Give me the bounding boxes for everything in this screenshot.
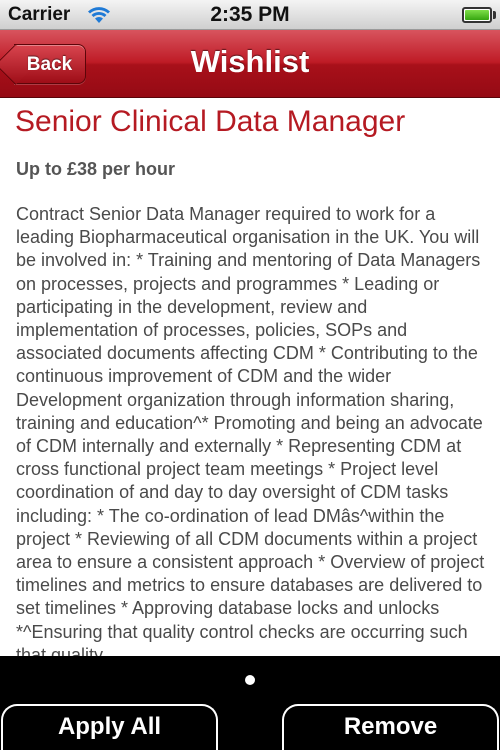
battery-nub: [493, 11, 496, 19]
battery-level: [465, 10, 489, 20]
page-indicator-dot[interactable]: [245, 675, 255, 685]
job-rate: Up to £38 per hour: [16, 159, 176, 179]
page-title: Wishlist: [190, 44, 310, 79]
remove-button[interactable]: Remove: [282, 704, 499, 750]
job-detail-content[interactable]: Senior Clinical Data Manager Up to £38 p…: [0, 99, 500, 656]
screen: Carrier 2:35 PM Back Wishlist Senior Cli…: [0, 0, 500, 750]
job-description: Contract Senior Data Manager required to…: [16, 204, 485, 656]
job-title: Senior Clinical Data Manager: [15, 105, 406, 138]
status-time: 2:35 PM: [210, 3, 290, 26]
bottom-toolbar: Apply All Remove: [0, 656, 500, 750]
navigation-bar: Back Wishlist: [0, 30, 500, 98]
status-bar: Carrier 2:35 PM: [0, 0, 500, 30]
apply-all-button[interactable]: Apply All: [1, 704, 218, 750]
battery-full-icon: [462, 7, 492, 23]
